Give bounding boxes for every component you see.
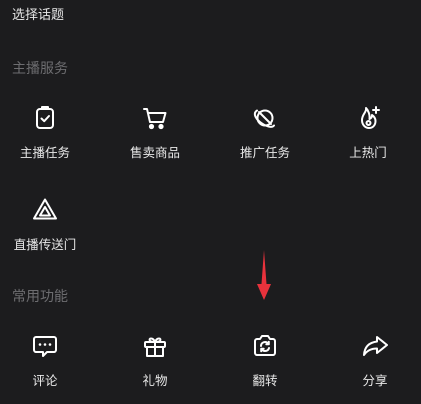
host-task-button[interactable]: 主播任务 xyxy=(0,104,90,174)
flip-label: 翻转 xyxy=(252,373,278,388)
hot-trending-button[interactable]: 上热门 xyxy=(323,104,413,174)
comment-button[interactable]: 评论 xyxy=(0,332,90,402)
flip-button[interactable]: 翻转 xyxy=(220,332,310,402)
sell-goods-button[interactable]: 售卖商品 xyxy=(110,104,200,174)
gift-label: 礼物 xyxy=(142,373,168,388)
promotion-task-label: 推广任务 xyxy=(239,145,290,160)
host-task-label: 主播任务 xyxy=(19,145,70,160)
select-topic-link[interactable]: 选择话题 xyxy=(12,4,64,23)
live-portal-label: 直播传送门 xyxy=(13,237,77,252)
flip-camera-icon xyxy=(251,332,279,360)
host-services-title: 主播服务 xyxy=(12,61,68,77)
shopping-cart-icon xyxy=(141,104,169,132)
comment-bubble-icon xyxy=(31,332,59,360)
portal-triangle-icon xyxy=(31,196,59,224)
hot-trending-label: 上热门 xyxy=(349,145,387,160)
flame-plus-icon xyxy=(354,104,382,132)
share-button[interactable]: 分享 xyxy=(330,332,420,402)
task-clipboard-icon xyxy=(31,104,59,132)
live-portal-button[interactable]: 直播传送门 xyxy=(0,196,90,266)
annotation-arrow-icon xyxy=(257,250,271,300)
planet-icon xyxy=(251,104,279,132)
common-functions-title: 常用功能 xyxy=(12,289,68,305)
share-label: 分享 xyxy=(362,373,388,388)
gift-icon xyxy=(141,332,169,360)
sell-goods-label: 售卖商品 xyxy=(129,145,180,160)
gift-button[interactable]: 礼物 xyxy=(110,332,200,402)
promotion-task-button[interactable]: 推广任务 xyxy=(220,104,310,174)
share-arrow-icon xyxy=(361,332,389,360)
comment-label: 评论 xyxy=(32,373,58,388)
